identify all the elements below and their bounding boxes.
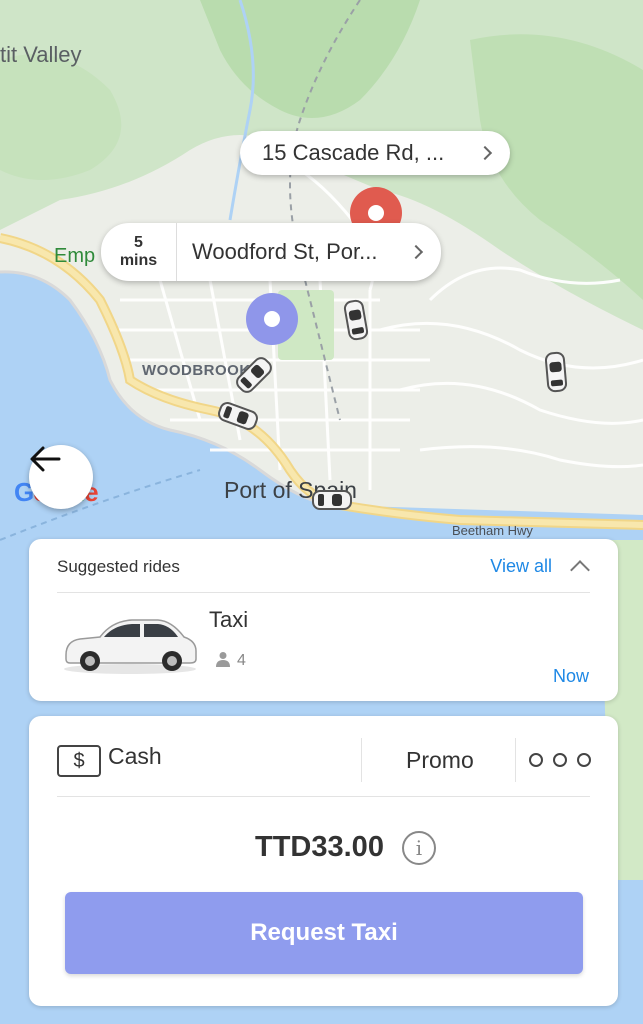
person-icon [216, 652, 230, 667]
origin-pin [246, 293, 298, 345]
map-label-beetham-hwy: Beetham Hwy [452, 523, 533, 538]
eta-unit: mins [119, 252, 158, 269]
pickup-address-pill[interactable]: 5 mins Woodford St, Por... [101, 223, 441, 281]
eta-value: 5 [134, 233, 143, 251]
destination-address: 15 Cascade Rd, ... [262, 140, 445, 165]
suggested-rides-card: Suggested rides View all Taxi 4 Now [29, 539, 618, 701]
divider [57, 796, 590, 797]
divider [57, 592, 590, 593]
car-image [64, 619, 197, 674]
map-label-emp: Emp [54, 245, 96, 267]
car-marker [312, 490, 352, 510]
chevron-right-icon [408, 244, 424, 260]
info-icon[interactable]: i [402, 831, 436, 865]
payment-method-label[interactable]: Cash [108, 743, 162, 770]
more-dots-icon[interactable] [529, 753, 591, 767]
cash-icon[interactable]: $ [57, 745, 101, 777]
map-label-woodbrook: WOODBROOK [142, 362, 251, 379]
map-label-valley: tit Valley [0, 42, 82, 67]
promo-button[interactable]: Promo [406, 747, 474, 774]
arrow-left-icon [30, 446, 61, 472]
divider [361, 738, 362, 782]
destination-address-pill[interactable]: 15 Cascade Rd, ... [240, 131, 510, 175]
suggested-rides-heading: Suggested rides [57, 557, 180, 576]
fare-price: TTD33.00 [255, 831, 384, 863]
request-taxi-button[interactable]: Request Taxi [65, 892, 583, 974]
divider [515, 738, 516, 782]
chevron-right-icon [477, 145, 493, 161]
payment-card: $ Cash Promo TTD33.00 i Request Taxi [29, 716, 618, 1006]
pickup-address: Woodford St, Por... [192, 239, 378, 264]
chevron-up-icon[interactable] [570, 560, 590, 580]
back-button[interactable] [29, 445, 93, 509]
eta-badge: 5 mins [101, 223, 177, 281]
ride-time: Now [552, 666, 589, 686]
ride-name: Taxi [209, 607, 249, 632]
seat-count: 4 [237, 652, 246, 669]
view-all-link[interactable]: View all [490, 556, 552, 577]
car-marker [544, 351, 568, 393]
